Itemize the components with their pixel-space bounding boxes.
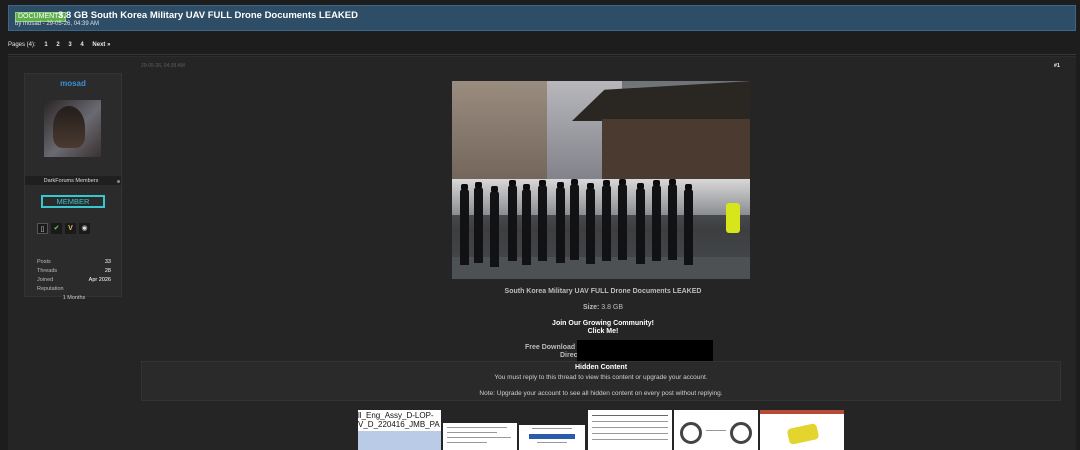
doc-line (447, 432, 497, 433)
stat-joined: Joined Apr 2026 (37, 277, 111, 283)
soldier (602, 180, 611, 261)
soldier (508, 180, 517, 261)
soldier (490, 186, 499, 267)
soldier (668, 179, 677, 260)
post-size: Size: 3.8 GB (141, 304, 1065, 311)
click-me-link[interactable]: Click Me! (588, 328, 619, 335)
thumbnail-drawing[interactable]: ll_Eng_Assy_D-LOP- V_D_220416_JMB_PA (358, 410, 441, 450)
stat-joined-label: Joined (37, 277, 54, 283)
post-number-link[interactable]: #1 (1054, 63, 1060, 69)
doc-line (447, 427, 507, 428)
next-page-link[interactable]: Next » (92, 42, 110, 48)
doc-line (447, 442, 487, 443)
doc-line (592, 421, 668, 422)
check-award-icon[interactable]: ✔ (51, 223, 62, 234)
doc-line (447, 437, 511, 438)
free-download-label: Free Download (525, 344, 576, 351)
temple-building (602, 119, 750, 179)
stat-threads-value: 28 (104, 268, 111, 274)
click-me: Click Me! (141, 328, 1065, 335)
stat-joined-value: Apr 2026 (88, 277, 111, 283)
page-link-1[interactable]: 1 (44, 42, 47, 48)
manual-title-block (529, 434, 575, 439)
hidden-content-box: Hidden Content You must reply to this th… (141, 361, 1061, 401)
stat-reputation-label: Reputation (37, 286, 64, 292)
author-username[interactable]: mosad (25, 79, 121, 88)
award-icons: ▯ ✔ V ◉ (37, 223, 90, 234)
stat-threads: Threads 28 (37, 268, 111, 274)
soldier (538, 180, 547, 261)
stat-posts-label: Posts (37, 259, 51, 265)
reputation-value: 1 Months (62, 295, 86, 301)
thumbnail-drone-model[interactable] (760, 410, 844, 450)
stat-posts: Posts 33 (37, 259, 111, 265)
page-link-4[interactable]: 4 (80, 42, 83, 48)
thumbnail-filename-line2: V_D_220416_JMB_PA (358, 420, 440, 429)
phone-award-icon[interactable]: ▯ (37, 223, 48, 234)
bearing-circle (680, 422, 702, 444)
redacted-link (577, 340, 713, 361)
thumbnail-image-area (358, 431, 441, 450)
thumbnail-document[interactable] (443, 423, 517, 450)
thread-title[interactable]: 3.8 GB South Korea Military UAV FULL Dro… (58, 10, 358, 21)
doc-line (592, 427, 668, 428)
page-link-3[interactable]: 3 (68, 42, 71, 48)
avatar-figure (53, 106, 85, 148)
doc-line (537, 442, 567, 443)
soldier (618, 179, 627, 260)
divider (8, 54, 1076, 55)
post-date: 29-05-26, 04:39 AM (141, 63, 185, 69)
rank-badge: MEMBER (41, 195, 105, 208)
stat-reputation: Reputation (37, 286, 111, 292)
size-value: 3.8 GB (601, 304, 624, 311)
author-panel: mosad DarkForums Members MEMBER ▯ ✔ V ◉ … (24, 73, 122, 301)
thread-byline: by mosad - 29-05-26, 04:39 AM (15, 21, 100, 27)
soldier (636, 183, 645, 264)
online-status-icon (117, 180, 120, 183)
thumbnail-bearing-drawing[interactable] (674, 410, 758, 450)
post-heading-text: South Korea Military UAV FULL Drone Docu… (504, 288, 702, 295)
stat-posts-value: 33 (104, 259, 111, 265)
post-heading: South Korea Military UAV FULL Drone Docu… (141, 288, 1065, 295)
page-link-2[interactable]: 2 (56, 42, 59, 48)
soldier (556, 182, 565, 263)
doc-line (592, 415, 668, 416)
soldier (684, 184, 693, 265)
soldier (460, 184, 469, 265)
thumbnail-manual[interactable] (519, 425, 585, 450)
headphones-award-icon[interactable]: ◉ (79, 223, 90, 234)
military-parade-photo (452, 81, 750, 279)
police-officer (726, 203, 740, 233)
thumbnail-header-strip (760, 410, 844, 414)
v-award-icon[interactable]: V (65, 223, 76, 234)
doc-line (592, 433, 668, 434)
direct-label: Direc (560, 352, 578, 359)
thumbnail-filename-line1: ll_Eng_Assy_D-LOP- (358, 411, 434, 420)
soldier (474, 182, 483, 263)
soldier (570, 179, 579, 260)
post: mosad DarkForums Members MEMBER ▯ ✔ V ◉ … (8, 56, 1076, 450)
drone-model (786, 423, 820, 445)
join-community: Join Our Growing Community! (141, 320, 1065, 327)
bearing-circle (730, 422, 752, 444)
size-label: Size: (582, 304, 600, 311)
doc-line (532, 428, 572, 429)
soldier (522, 184, 531, 265)
hidden-content-title: Hidden Content (574, 364, 628, 371)
soldier (586, 183, 595, 264)
join-text: Join Our Growing Community! (552, 320, 654, 327)
pagination-label: Pages (4): (8, 42, 36, 48)
doc-line (592, 439, 668, 440)
hidden-content-text: You must reply to this thread to view th… (494, 374, 708, 381)
stat-threads-label: Threads (37, 268, 58, 274)
pagination: Pages (4): 1 2 3 4 Next » (8, 42, 117, 48)
soldier (652, 180, 661, 261)
user-group: DarkForums Members (43, 178, 99, 184)
hidden-content-note: Note: Upgrade your account to see all hi… (479, 390, 723, 397)
thumbnail-spec-sheet[interactable] (588, 410, 672, 450)
thread-header: DOCUMENTS 3.8 GB South Korea Military UA… (8, 5, 1076, 31)
avatar[interactable] (44, 100, 101, 157)
doc-line (706, 430, 726, 431)
